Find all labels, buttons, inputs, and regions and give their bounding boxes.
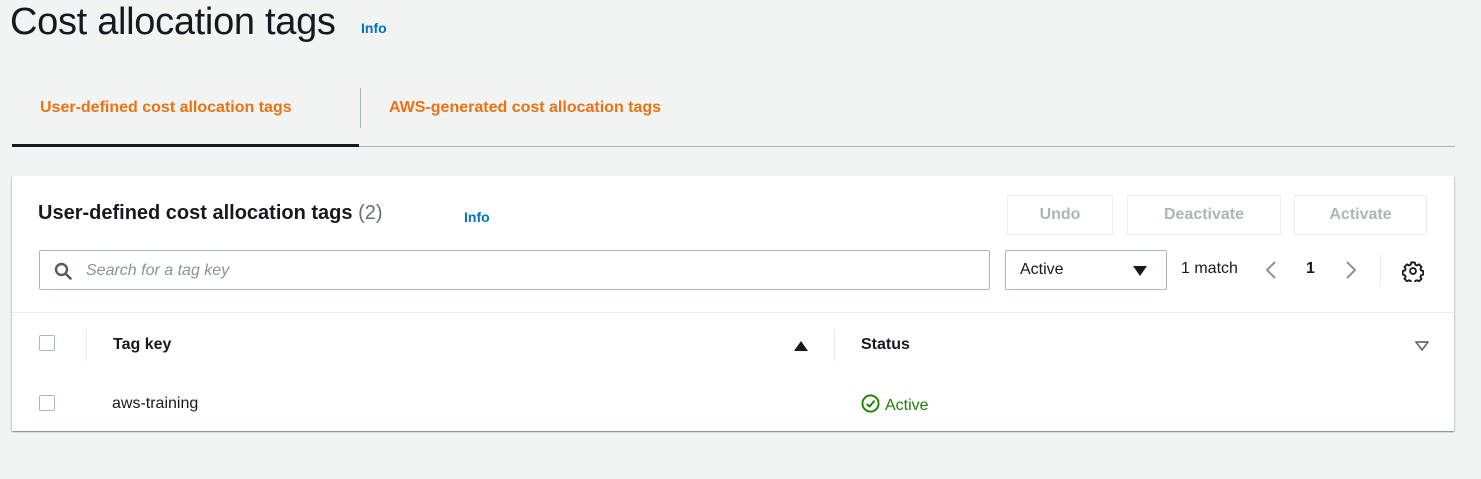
activate-button[interactable]: Activate xyxy=(1294,195,1427,235)
search-input[interactable] xyxy=(84,251,978,291)
chevron-right-icon[interactable] xyxy=(1344,260,1358,280)
tags-table-panel: User-defined cost allocation tags (2) In… xyxy=(12,176,1454,431)
column-divider xyxy=(86,329,87,361)
tab-user-defined[interactable]: User-defined cost allocation tags xyxy=(12,80,359,147)
panel-title-text: User-defined cost allocation tags xyxy=(38,202,353,224)
search-icon xyxy=(54,262,72,280)
search-box xyxy=(39,250,990,291)
column-divider xyxy=(834,329,835,361)
tab-list: User-defined cost allocation tags AWS-ge… xyxy=(12,80,1455,147)
page-number[interactable]: 1 xyxy=(1306,260,1315,278)
match-count: 1 match xyxy=(1181,260,1238,277)
page-info-link[interactable]: Info xyxy=(361,20,387,36)
sort-descending-icon[interactable] xyxy=(1415,341,1429,351)
gear-icon[interactable] xyxy=(1402,260,1424,282)
sort-ascending-icon[interactable] xyxy=(794,341,808,351)
chevron-left-icon[interactable] xyxy=(1264,260,1278,280)
check-circle-icon xyxy=(861,394,880,413)
column-header-tag-key[interactable]: Tag key xyxy=(113,336,171,354)
panel-info-link[interactable]: Info xyxy=(464,209,490,225)
deactivate-button[interactable]: Deactivate xyxy=(1127,195,1281,235)
table-header-row: Tag key Status xyxy=(12,312,1454,378)
caret-down-icon xyxy=(1133,266,1147,276)
undo-button[interactable]: Undo xyxy=(1007,195,1113,235)
panel-count: (2) xyxy=(358,202,383,224)
tab-aws-generated[interactable]: AWS-generated cost allocation tags xyxy=(360,88,661,128)
tag-key-cell: aws-training xyxy=(112,395,199,412)
panel-title: User-defined cost allocation tags (2) xyxy=(38,202,383,225)
status-cell: Active xyxy=(861,394,929,415)
pagination-divider xyxy=(1380,254,1381,286)
table-row[interactable]: aws-training Active xyxy=(12,377,1454,431)
status-filter-value: Active xyxy=(1020,261,1064,278)
select-all-checkbox[interactable] xyxy=(39,335,55,351)
column-header-status[interactable]: Status xyxy=(861,336,910,354)
row-checkbox[interactable] xyxy=(39,395,55,411)
status-filter-select[interactable]: Active xyxy=(1005,250,1167,290)
status-text: Active xyxy=(885,397,929,414)
page-title: Cost allocation tags xyxy=(10,1,336,43)
